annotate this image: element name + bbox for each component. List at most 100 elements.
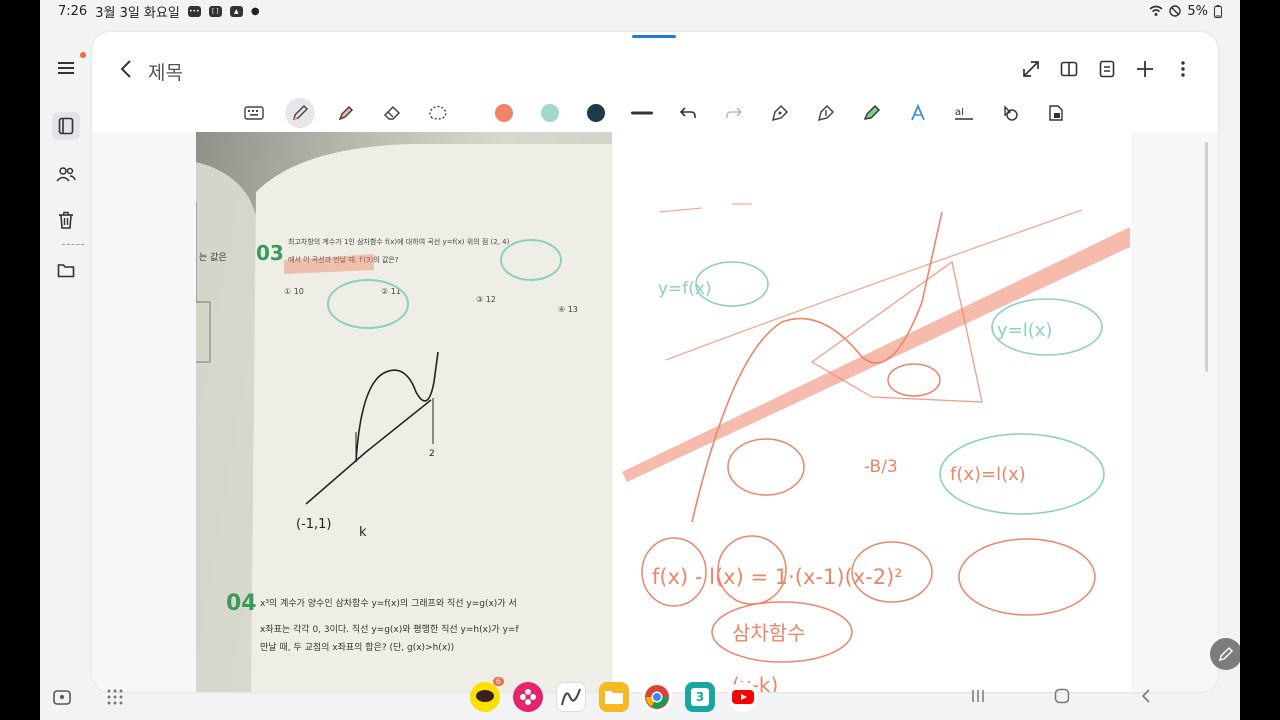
flower-icon (520, 689, 536, 705)
files-app[interactable] (599, 682, 629, 712)
undo-icon (679, 107, 696, 118)
pen-settings-tool[interactable] (803, 96, 849, 130)
more-notifications-icon: ● (250, 5, 260, 17)
keyboard-tool[interactable] (231, 96, 277, 130)
nav-back-button[interactable] (1138, 688, 1154, 708)
battery-percent: 5% (1187, 3, 1208, 19)
status-time: 7:26 (58, 3, 88, 19)
youtube-app[interactable] (728, 682, 758, 712)
pen-tool[interactable] (277, 96, 323, 130)
highlighter-icon (338, 105, 354, 121)
document-icon (1099, 60, 1115, 78)
calendar-app[interactable]: 3 (685, 682, 715, 712)
graph-app[interactable] (556, 682, 586, 712)
new-indicator-dot (80, 52, 86, 58)
taskbar: 6 3 (40, 676, 1240, 720)
redo-icon (726, 107, 743, 118)
calendar-icon: 3 (691, 688, 709, 706)
highlighter-tool[interactable] (323, 96, 369, 130)
recent-apps-button[interactable] (970, 688, 986, 708)
text-convert-icon: aI (955, 107, 973, 120)
wifi-icon (1149, 5, 1163, 16)
pen-color-1[interactable] (481, 96, 527, 130)
status-bar: 7:26 3월 3일 화요일 ••• [ ] ▲ ● 5% (40, 0, 1240, 22)
expand-button[interactable] (1020, 58, 1042, 80)
pen-thickness[interactable] (619, 96, 665, 130)
expand-icon (1023, 61, 1039, 77)
people-icon (56, 167, 76, 182)
document-lock-icon (1049, 105, 1063, 121)
lasso-tool[interactable] (415, 96, 461, 130)
book-view-button[interactable] (1058, 58, 1080, 80)
toolbar-divider (461, 96, 481, 130)
pen-icon (292, 104, 309, 121)
lock-page-tool[interactable] (1033, 96, 1079, 130)
more-vertical-icon (1181, 61, 1185, 77)
folders-button[interactable] (52, 256, 80, 284)
eraser-icon (383, 105, 401, 120)
window-drag-handle[interactable] (632, 35, 676, 38)
color-swatch-mint (541, 104, 559, 122)
system-nav-keys (970, 688, 1154, 708)
chrome-app[interactable] (642, 682, 672, 712)
do-not-disturb-icon (1169, 5, 1182, 17)
hand-f-minus-l: f(x) - l(x) = 1·(x-1)(x-2)² (652, 565, 903, 589)
page-options-button[interactable] (1096, 58, 1118, 80)
desktop-icon (53, 690, 71, 705)
shapes-tool[interactable] (987, 96, 1033, 130)
pencil-icon (1218, 646, 1234, 662)
wave-graph-icon (561, 688, 581, 706)
letter-a-icon (911, 104, 925, 121)
shared-button[interactable] (52, 160, 80, 188)
eraser-tool[interactable] (369, 96, 415, 130)
text-recognition-tool[interactable]: aI (941, 96, 987, 130)
sidebar-divider (62, 244, 84, 245)
desktop-mode-button[interactable] (52, 688, 72, 712)
recents-icon (972, 690, 984, 702)
text-style-tool[interactable] (895, 96, 941, 130)
vertical-scrollbar[interactable] (1205, 142, 1208, 372)
note-canvas[interactable]: 는 값은 03 최고차항의 계수가 1인 삼차함수 f(x)에 대하여 곡선 y… (92, 132, 1218, 692)
undo-button[interactable] (665, 96, 711, 130)
shape-pen-tool[interactable] (757, 96, 803, 130)
menu-button[interactable] (52, 54, 80, 82)
hamburger-icon (58, 62, 74, 74)
scan-notification-icon: [ ] (208, 5, 222, 17)
back-button[interactable] (116, 58, 138, 80)
handwriting-layer: y=f(x) y=l(x) f(x)=l(x) -B/3 f(x) - l(x)… (622, 203, 1130, 692)
pen-color-3[interactable] (573, 96, 619, 130)
color-swatch-navy (587, 104, 605, 122)
folder-icon (57, 263, 75, 277)
chat-bubble-icon (476, 690, 494, 702)
chevron-left-icon (120, 60, 131, 78)
pen-color-2[interactable] (527, 96, 573, 130)
apps-grid-button[interactable] (106, 688, 124, 710)
insert-button[interactable] (1134, 58, 1156, 80)
trash-button[interactable] (52, 206, 80, 234)
kakaotalk-app[interactable]: 6 (470, 677, 504, 712)
plus-icon (1137, 61, 1153, 77)
talk-notification-icon: ••• (187, 5, 201, 17)
lasso-icon (429, 105, 447, 120)
note-title[interactable]: 제목 (148, 58, 183, 85)
blossom-app[interactable] (513, 682, 543, 712)
notebook-icon (58, 117, 74, 135)
youtube-icon (732, 690, 754, 704)
pen-upload-icon (817, 104, 835, 122)
more-options-button[interactable] (1172, 58, 1194, 80)
drawing-toolbar: aI (92, 94, 1218, 132)
green-highlighter-tool[interactable] (849, 96, 895, 130)
marker-icon (863, 105, 880, 120)
home-button[interactable] (1054, 688, 1070, 708)
left-sidebar (40, 36, 92, 676)
hand-neg-b-3: -B/3 (864, 457, 898, 477)
note-title-bar: 제목 (92, 48, 1218, 94)
kakaotalk-badge: 6 (492, 677, 504, 686)
floating-pen-button[interactable] (1210, 638, 1240, 670)
redo-button[interactable] (711, 96, 757, 130)
folder-icon-app (605, 691, 623, 704)
tablet-screen: 7:26 3월 3일 화요일 ••• [ ] ▲ ● 5% 제목 aI 는 값은… (40, 0, 1240, 720)
notes-button[interactable] (52, 112, 80, 140)
trash-icon (59, 211, 73, 229)
image-notification-icon: ▲ (229, 5, 243, 17)
